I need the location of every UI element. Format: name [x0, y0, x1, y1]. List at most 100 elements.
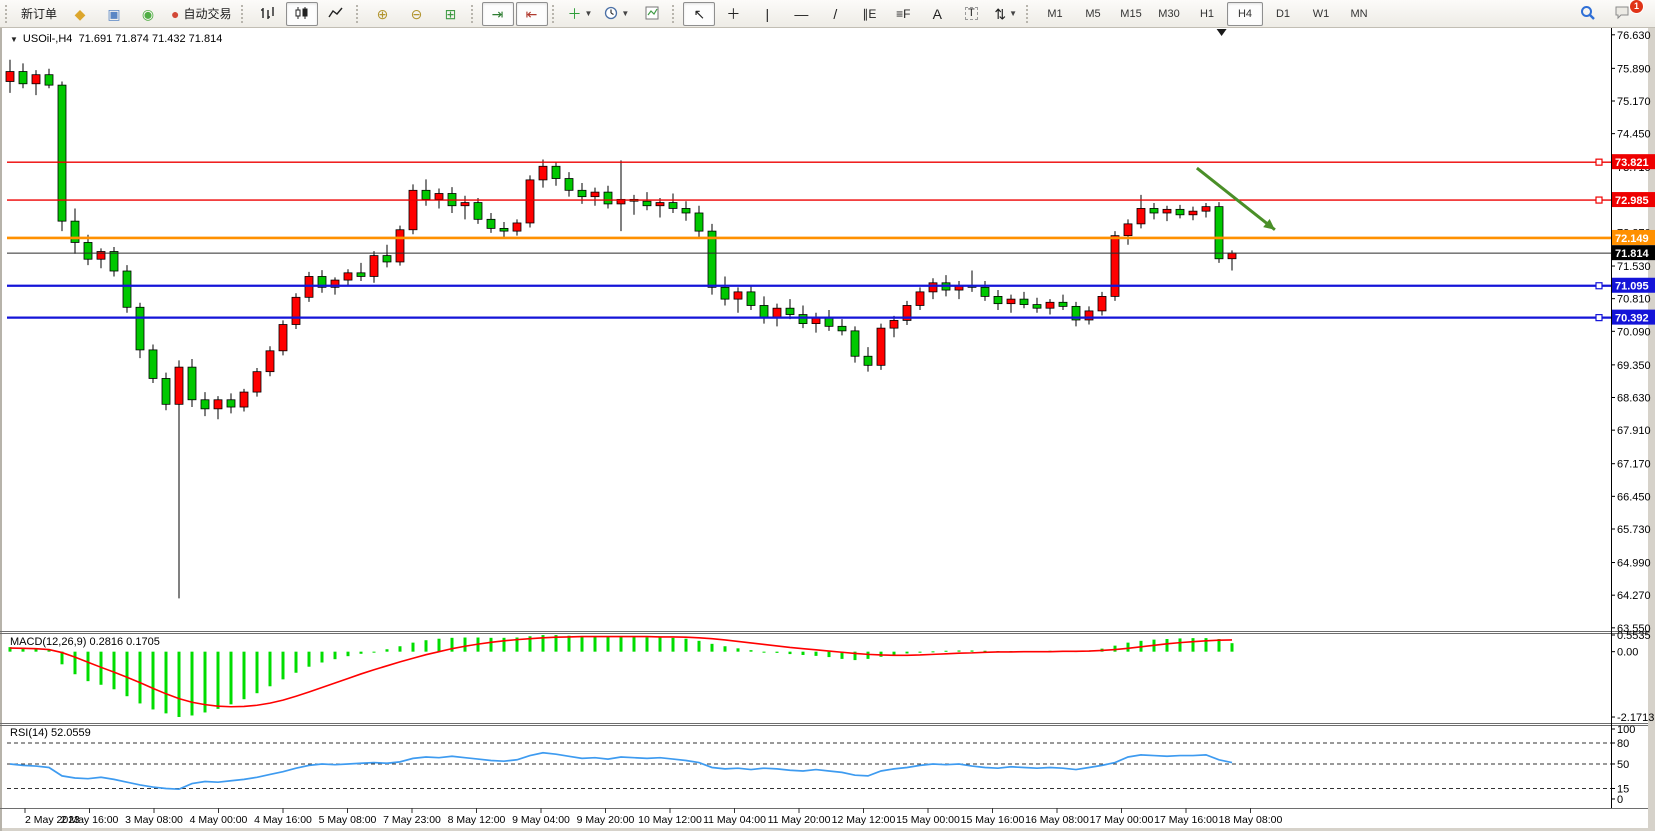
svg-text:9 May 04:00: 9 May 04:00 — [512, 814, 570, 826]
svg-text:4 May 16:00: 4 May 16:00 — [254, 814, 312, 826]
svg-text:5 May 08:00: 5 May 08:00 — [319, 814, 377, 826]
tf-m5-button[interactable]: M5 — [1075, 2, 1111, 26]
trendline-button[interactable]: / — [819, 2, 851, 26]
svg-text:11 May 04:00: 11 May 04:00 — [703, 814, 766, 826]
chart-title-expander[interactable]: ▼ — [10, 35, 18, 44]
crosshair-button[interactable]: ＋ — [717, 2, 749, 26]
auto-scroll-icon: ⇥ — [492, 7, 504, 21]
periods-icon — [604, 6, 618, 22]
support-line-1-handle[interactable] — [1596, 283, 1602, 289]
line-chart-button[interactable] — [320, 2, 352, 26]
svg-text:7 May 23:00: 7 May 23:00 — [383, 814, 441, 826]
autotrading-button-label: 自动交易 — [183, 5, 231, 22]
toolbar-grip — [552, 5, 557, 23]
horizontal-line-icon: — — [794, 7, 808, 21]
text-label-icon: T — [965, 7, 978, 20]
auto-scroll-button[interactable]: ⇥ — [482, 2, 514, 26]
svg-text:74.450: 74.450 — [1617, 129, 1651, 141]
line-chart-icon — [328, 6, 343, 22]
fibonacci-icon: ≡F — [896, 8, 910, 20]
tf-m1-button[interactable]: M1 — [1037, 2, 1073, 26]
vertical-line-button[interactable]: | — [751, 2, 783, 26]
chat-icon — [1614, 5, 1630, 22]
crosshair-icon: ＋ — [726, 7, 740, 21]
tf-h4-button[interactable]: H4 — [1227, 2, 1263, 26]
cursor-button[interactable]: ↖ — [683, 2, 715, 26]
svg-text:73.821: 73.821 — [1615, 157, 1649, 169]
tf-m1-button-label: M1 — [1047, 8, 1062, 20]
resistance-line-2-handle[interactable] — [1596, 197, 1602, 203]
trendline-icon: / — [833, 7, 837, 21]
templates-icon — [645, 6, 659, 22]
bar-chart-button[interactable] — [252, 2, 284, 26]
chart-shift-button[interactable]: ⇤ — [516, 2, 548, 26]
toolbar-grip — [356, 5, 361, 23]
price-badge-70.392: 70.392 — [1612, 310, 1655, 325]
mt4-terminal-window: { "toolbar": { "groups": [ {"name":"trad… — [0, 0, 1655, 831]
tf-mn-button[interactable]: MN — [1341, 2, 1377, 26]
tf-w1-button-label: W1 — [1313, 8, 1330, 20]
support-line-2-handle[interactable] — [1596, 315, 1602, 321]
tf-h1-button[interactable]: H1 — [1189, 2, 1225, 26]
indicators-button[interactable]: ＋▼ — [563, 2, 598, 26]
tf-m15-button[interactable]: M15 — [1113, 2, 1149, 26]
equidistant-channel-button[interactable]: ∥E — [853, 2, 885, 26]
tf-m30-button[interactable]: M30 — [1151, 2, 1187, 26]
autotrading-icon: ● — [171, 7, 179, 21]
svg-text:70.810: 70.810 — [1617, 294, 1651, 306]
svg-text:17 May 16:00: 17 May 16:00 — [1154, 814, 1218, 826]
svg-text:71.814: 71.814 — [1615, 248, 1650, 260]
resistance-line-1-handle[interactable] — [1596, 159, 1602, 165]
svg-text:11 May 20:00: 11 May 20:00 — [768, 814, 831, 826]
svg-text:80: 80 — [1617, 738, 1629, 750]
new-order-button[interactable]: 新订单 — [16, 2, 62, 26]
svg-text:10 May 12:00: 10 May 12:00 — [638, 814, 702, 826]
horizontal-line-button[interactable]: — — [785, 2, 817, 26]
chart-ohlc-values: 71.691 71.874 71.432 71.814 — [79, 33, 223, 45]
signals-icon[interactable]: ◉ — [132, 2, 164, 26]
zoom-in-button[interactable]: ⊕ — [367, 2, 399, 26]
svg-text:18 May 08:00: 18 May 08:00 — [1219, 814, 1283, 826]
text-button[interactable]: A — [921, 2, 953, 26]
svg-text:65.730: 65.730 — [1617, 524, 1651, 536]
svg-text:9 May 20:00: 9 May 20:00 — [577, 814, 635, 826]
svg-text:100: 100 — [1617, 724, 1635, 736]
periods-button[interactable]: ▼ — [599, 2, 634, 26]
candlestick-icon — [294, 6, 309, 22]
tf-m5-button-label: M5 — [1085, 8, 1100, 20]
tf-w1-button[interactable]: W1 — [1303, 2, 1339, 26]
rsi-indicator-label: RSI(14) 52.0559 — [10, 727, 91, 739]
indicators-button-dropdown[interactable]: ▼ — [585, 9, 593, 18]
tf-d1-button[interactable]: D1 — [1265, 2, 1301, 26]
fibonacci-button[interactable]: ≡F — [887, 2, 919, 26]
svg-text:0: 0 — [1617, 794, 1623, 806]
svg-text:50: 50 — [1617, 759, 1629, 771]
candlestick-button[interactable] — [286, 2, 318, 26]
search-button[interactable] — [1572, 2, 1604, 26]
chart-canvas[interactable]: 76.63075.89075.17074.45073.71072.99072.2… — [0, 28, 1655, 831]
svg-text:15 May 16:00: 15 May 16:00 — [961, 814, 1025, 826]
tile-windows-button[interactable]: ⊞ — [435, 2, 467, 26]
svg-text:4 May 00:00: 4 May 00:00 — [190, 814, 248, 826]
gold-promo-icon[interactable]: ◆ — [64, 2, 96, 26]
arrows-button-dropdown[interactable]: ▼ — [1009, 9, 1017, 18]
price-badge-71.814: 71.814 — [1612, 245, 1655, 260]
signals-icon-icon: ◉ — [142, 7, 154, 21]
templates-button[interactable] — [636, 2, 668, 26]
svg-text:70.090: 70.090 — [1617, 326, 1651, 338]
zoom-out-button[interactable]: ⊖ — [401, 2, 433, 26]
arrows-button[interactable]: ⇅▼ — [989, 2, 1022, 26]
svg-text:64.270: 64.270 — [1617, 590, 1651, 602]
periods-button-dropdown[interactable]: ▼ — [621, 9, 629, 18]
market-watch-icon[interactable]: ▣ — [98, 2, 130, 26]
text-label-button[interactable]: T — [955, 2, 987, 26]
notification-badge[interactable]: 1 — [1629, 0, 1644, 14]
svg-text:71.530: 71.530 — [1617, 261, 1651, 273]
chart-symbol-period: USOil-,H4 — [23, 33, 73, 45]
toolbar-grip — [1026, 5, 1031, 23]
svg-text:67.170: 67.170 — [1617, 459, 1651, 471]
chat-button[interactable]: 1 — [1606, 2, 1638, 26]
autotrading-button[interactable]: ● 自动交易 — [166, 2, 236, 26]
tf-d1-button-label: D1 — [1276, 8, 1290, 20]
svg-text:0.5535: 0.5535 — [1617, 630, 1651, 642]
